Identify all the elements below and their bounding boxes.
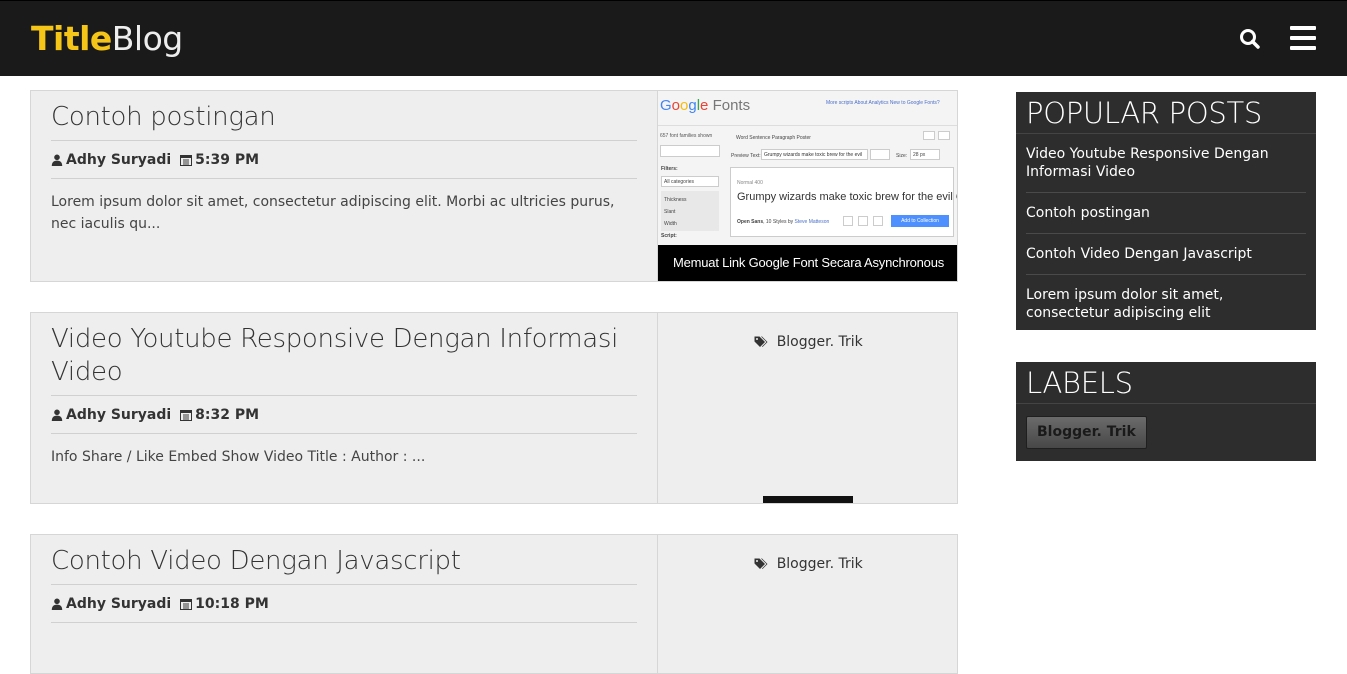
- thumb-font-name: Open Sans: [737, 219, 764, 225]
- post-time[interactable]: 10:18 PM: [195, 585, 269, 623]
- post-thumbnail-area[interactable]: Google Fonts More scripts About Analytic…: [657, 91, 958, 281]
- popular-post-link[interactable]: Lorem ipsum dolor sit amet, consectetur …: [1026, 275, 1306, 330]
- thumb-script-label: Script:: [661, 233, 677, 239]
- post-card: Contoh postingan Adhy Suryadi 5:39 PM Lo…: [30, 90, 958, 282]
- post-time[interactable]: 8:32 PM: [195, 396, 259, 434]
- thumb-filter-item: Slant: [664, 209, 676, 215]
- hamburger-menu-icon[interactable]: [1289, 25, 1317, 51]
- post-meta: Adhy Suryadi 8:32 PM: [51, 396, 637, 434]
- post-label-area: Blogger. Trik: [657, 313, 957, 503]
- post-snippet: Lorem ipsum dolor sit amet, consectetur …: [51, 194, 615, 232]
- thumb-filter-item: Width: [664, 221, 677, 227]
- post-title[interactable]: Contoh Video Dengan Javascript: [51, 545, 637, 585]
- popular-post-link[interactable]: Contoh Video Dengan Javascript: [1026, 234, 1306, 275]
- video-bar: [763, 496, 853, 503]
- popular-posts-title: POPULAR POSTS: [1016, 92, 1316, 134]
- labels-widget: LABELS Blogger. Trik: [1016, 362, 1316, 461]
- thumb-font-author: Steve Matteson: [794, 219, 830, 225]
- thumb-count: 657 font families shown: [660, 133, 713, 139]
- post-content: Video Youtube Responsive Dengan Informas…: [51, 313, 637, 468]
- tags-icon: [754, 336, 768, 347]
- post-content: Contoh postingan Adhy Suryadi 5:39 PM Lo…: [51, 91, 637, 235]
- post-meta: Adhy Suryadi 5:39 PM: [51, 141, 637, 179]
- logo-title: Title: [31, 19, 112, 58]
- thumb-nav-links: More scripts About Analytics New to Goog…: [826, 100, 940, 106]
- thumb-preview-text: Grumpy wizards make toxic brew for the e…: [764, 152, 863, 158]
- search-icon[interactable]: [1238, 27, 1262, 51]
- post-label-link[interactable]: Blogger. Trik: [777, 334, 863, 350]
- logo-blog: Blog: [111, 19, 183, 58]
- calendar-icon: [180, 409, 193, 421]
- post-label: Blogger. Trik: [658, 334, 957, 350]
- post-author[interactable]: Adhy Suryadi: [66, 396, 171, 434]
- post-content: Contoh Video Dengan Javascript Adhy Sury…: [51, 535, 637, 635]
- thumb-sample-text: Grumpy wizards make toxic brew for the e…: [737, 191, 958, 203]
- post-label: Blogger. Trik: [658, 556, 957, 572]
- user-icon: [51, 154, 63, 166]
- user-icon: [51, 409, 63, 421]
- label-tag-button[interactable]: Blogger. Trik: [1026, 416, 1147, 449]
- site-logo[interactable]: TitleBlog: [31, 19, 183, 59]
- thumb-tabs: Word Sentence Paragraph Poster: [736, 135, 811, 141]
- post-author[interactable]: Adhy Suryadi: [66, 141, 171, 179]
- popular-post-link[interactable]: Contoh postingan: [1026, 193, 1306, 234]
- post-snippet: Info Share / Like Embed Show Video Title…: [51, 449, 426, 465]
- thumb-caption: Memuat Link Google Font Secara Asynchron…: [658, 245, 957, 281]
- thumb-font-styles: , 10 Styles by: [763, 219, 795, 225]
- post-label-link[interactable]: Blogger. Trik: [777, 556, 863, 572]
- thumb-filters-label: Filters:: [661, 166, 678, 172]
- popular-posts-list: Video Youtube Responsive Dengan Informas…: [1016, 134, 1316, 330]
- post-author[interactable]: Adhy Suryadi: [66, 585, 171, 623]
- thumb-size-label: Size:: [896, 153, 908, 159]
- post-label-area: Blogger. Trik: [657, 535, 957, 673]
- google-fonts-logo: Google Fonts: [660, 97, 751, 114]
- calendar-icon: [180, 598, 193, 610]
- thumb-filter-value: All categories: [664, 179, 695, 185]
- post-card: Contoh Video Dengan Javascript Adhy Sury…: [30, 534, 958, 674]
- popular-posts-widget: POPULAR POSTS Video Youtube Responsive D…: [1016, 92, 1316, 330]
- site-header: TitleBlog: [0, 0, 1347, 76]
- popular-post-link[interactable]: Video Youtube Responsive Dengan Informas…: [1026, 134, 1306, 193]
- thumb-preview-label: Preview Text:: [731, 153, 761, 159]
- tags-icon: [754, 558, 768, 569]
- post-title[interactable]: Contoh postingan: [51, 101, 637, 141]
- post-card: Video Youtube Responsive Dengan Informas…: [30, 312, 958, 504]
- post-title[interactable]: Video Youtube Responsive Dengan Informas…: [51, 323, 637, 396]
- user-icon: [51, 598, 63, 610]
- calendar-icon: [180, 154, 193, 166]
- thumb-add-button: Add to Collection: [891, 215, 949, 227]
- thumb-filter-item: Thickness: [664, 197, 687, 203]
- thumb-font-label: Normal 400: [737, 180, 763, 186]
- post-thumbnail[interactable]: Google Fonts More scripts About Analytic…: [658, 91, 958, 281]
- labels-title: LABELS: [1016, 362, 1316, 404]
- post-time[interactable]: 5:39 PM: [195, 141, 259, 179]
- post-meta: Adhy Suryadi 10:18 PM: [51, 585, 637, 623]
- thumb-size-value: 28 px: [913, 152, 926, 158]
